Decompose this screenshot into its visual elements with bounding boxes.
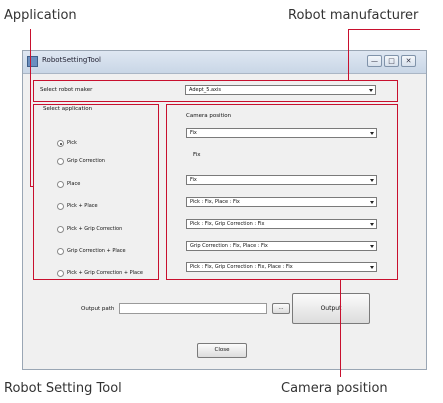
output-path-input[interactable] — [119, 303, 267, 314]
camera-position-highlight — [166, 104, 398, 280]
window-title: RobotSettingTool — [42, 56, 101, 64]
close-icon[interactable]: ✕ — [401, 55, 416, 67]
output-button[interactable]: Output — [292, 293, 370, 324]
robot-maker-highlight — [33, 80, 398, 102]
callout-robot-setting-tool: Robot Setting Tool — [4, 381, 122, 396]
browse-button[interactable]: ... — [272, 303, 290, 314]
minimize-icon[interactable]: — — [367, 55, 382, 67]
camera-leader-v — [340, 280, 341, 377]
window-titlebar: RobotSettingTool — □ ✕ — [23, 51, 426, 74]
callout-robot-manufacturer: Robot manufacturer — [288, 8, 419, 23]
application-leader-v — [30, 29, 31, 186]
output-path-label: Output path — [81, 306, 115, 312]
manufacturer-leader-v — [348, 29, 349, 80]
application-leader-h — [30, 186, 34, 187]
manufacturer-leader-h — [348, 29, 420, 30]
close-button[interactable]: Close — [197, 343, 247, 358]
callout-application: Application — [4, 8, 77, 23]
callout-camera-position: Camera position — [281, 381, 388, 396]
application-highlight — [33, 104, 159, 280]
app-icon — [27, 56, 38, 67]
maximize-icon[interactable]: □ — [384, 55, 399, 67]
